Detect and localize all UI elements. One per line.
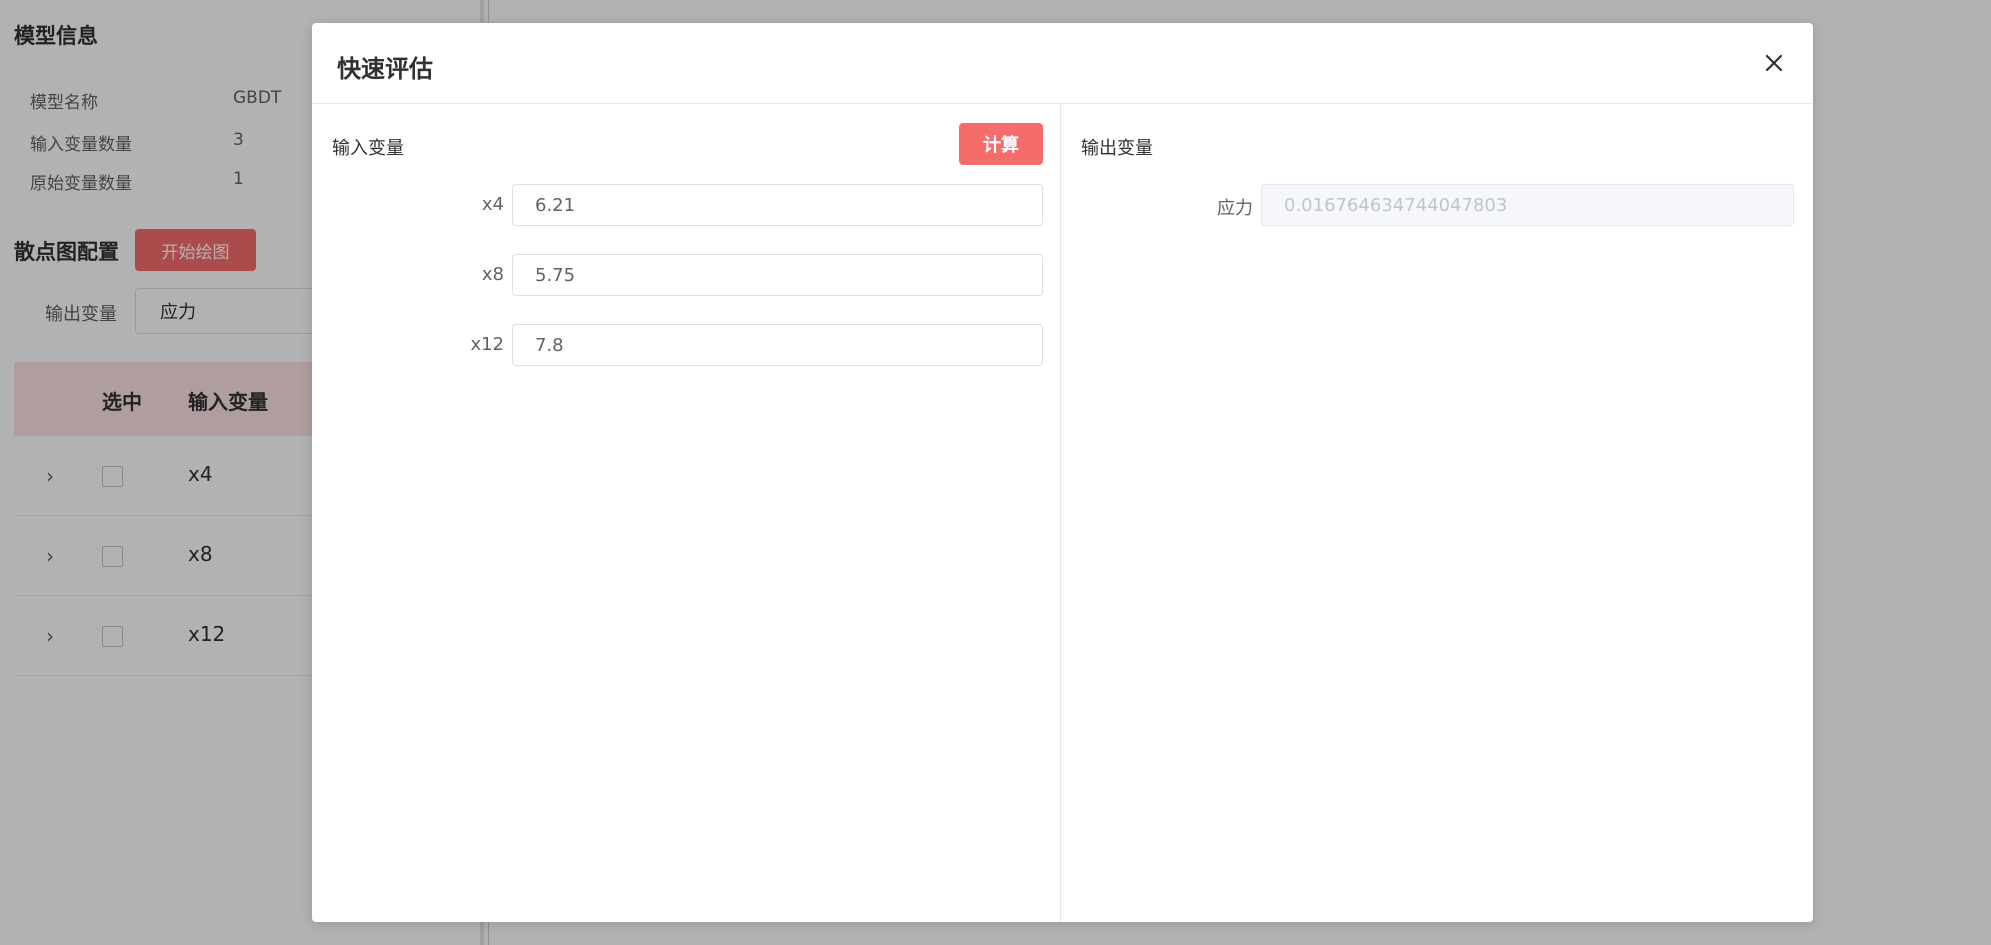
field-label-x12: x12: [470, 334, 504, 355]
dialog-header: 快速评估: [312, 23, 1813, 104]
dialog-title: 快速评估: [337, 55, 433, 83]
input-x8[interactable]: 5.75: [512, 254, 1043, 296]
input-x4[interactable]: 6.21: [512, 184, 1043, 226]
input-x12[interactable]: 7.8: [512, 324, 1043, 366]
field-label-x8: x8: [481, 264, 504, 285]
output-variables-pane: 输出变量 应力 0.016764634744047803: [1061, 104, 1813, 922]
field-label-stress: 应力: [1217, 198, 1253, 219]
field-label-x4: x4: [481, 194, 504, 215]
input-variables-title: 输入变量: [332, 138, 404, 159]
close-icon[interactable]: [1758, 47, 1790, 79]
output-stress: 0.016764634744047803: [1261, 184, 1794, 226]
quick-evaluate-dialog: 快速评估 输入变量 计算 x4 6.21 x8 5.75 x12 7.8 输出变…: [312, 23, 1813, 922]
output-variables-title: 输出变量: [1081, 138, 1153, 159]
input-x4-value: 6.21: [535, 194, 576, 216]
output-stress-value: 0.016764634744047803: [1284, 194, 1508, 216]
input-x8-value: 5.75: [535, 264, 576, 286]
calculate-button[interactable]: 计算: [959, 123, 1043, 165]
input-x12-value: 7.8: [535, 334, 564, 356]
input-variables-pane: 输入变量 计算 x4 6.21 x8 5.75 x12 7.8: [312, 104, 1061, 922]
